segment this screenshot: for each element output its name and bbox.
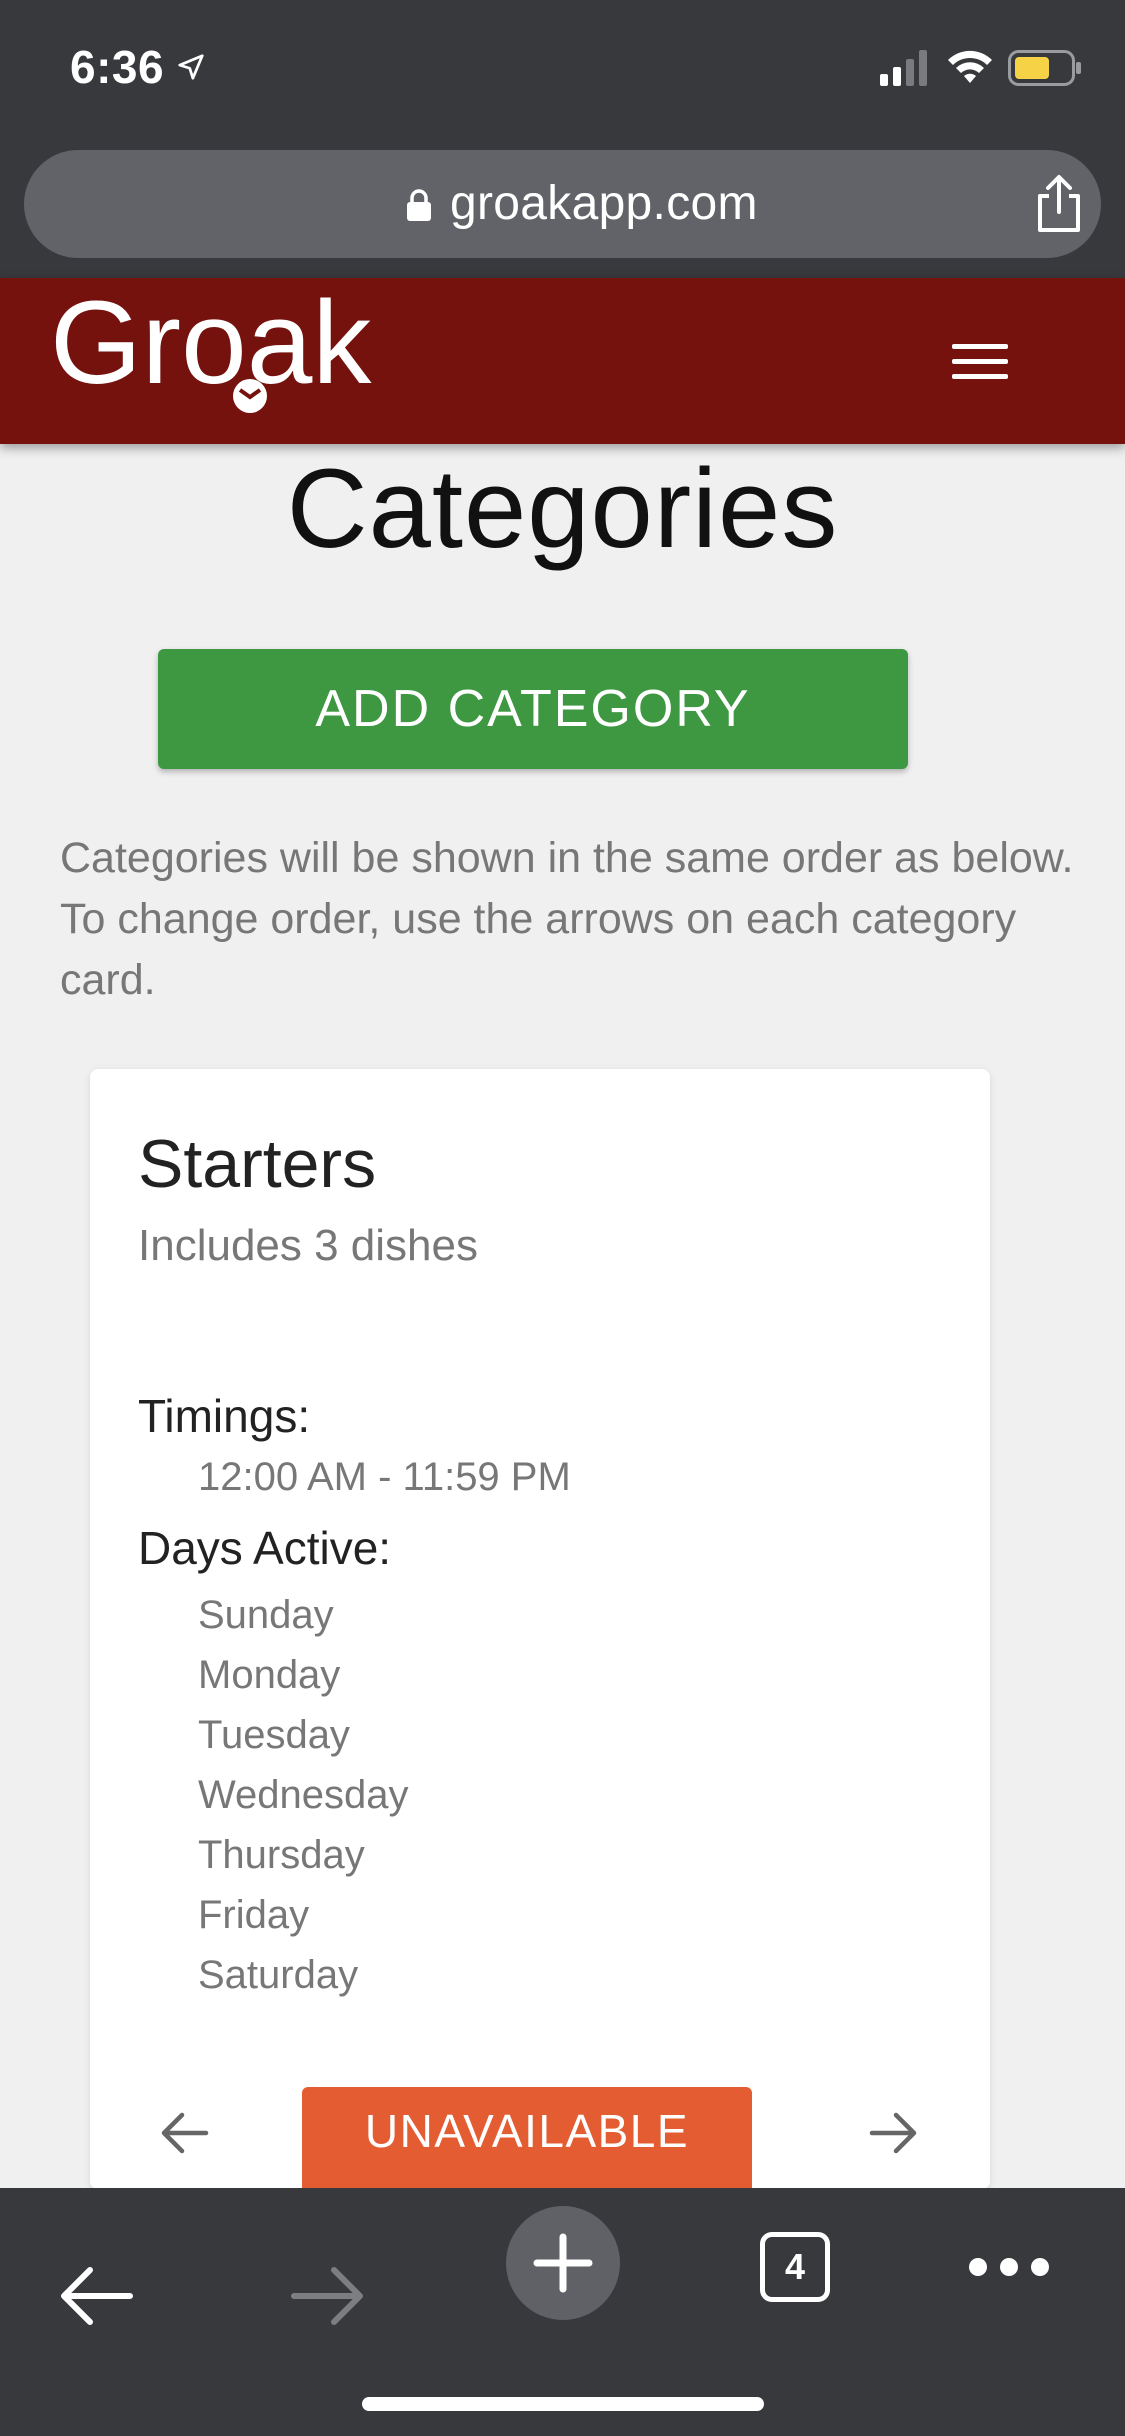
back-arrow-icon[interactable] (58, 2264, 134, 2328)
page-title: Categories (286, 446, 839, 571)
share-icon[interactable] (1032, 174, 1086, 234)
category-order-info: Categories will be shown in the same ord… (60, 834, 1074, 1004)
browser-top-bar: 6:36 groakapp.com (0, 0, 1125, 278)
battery-icon (1008, 50, 1081, 86)
site-header: Groak (0, 278, 1125, 444)
move-down-arrow-icon[interactable] (868, 2109, 920, 2157)
plus-icon (533, 2233, 593, 2293)
wifi-icon (948, 50, 992, 83)
tab-count-button[interactable]: 4 (760, 2232, 830, 2302)
url-domain: groakapp.com (450, 177, 758, 230)
days-active-label: Days Active: (138, 1522, 392, 1574)
category-card: Starters Includes 3 dishes Timings: 12:0… (90, 1069, 990, 2197)
timings-label: Timings: (138, 1390, 311, 1442)
status-time: 6:36 (70, 40, 206, 94)
groak-logo[interactable]: Groak (50, 278, 450, 438)
unavailable-button[interactable]: UNAVAILABLE (302, 2087, 752, 2197)
day-item: Saturday (198, 1953, 359, 1997)
logo-text: Groak (50, 278, 372, 409)
more-dots-icon[interactable] (966, 2252, 1052, 2282)
day-item: Wednesday (198, 1773, 409, 1817)
cellular-signal-icon (880, 50, 927, 86)
home-indicator[interactable] (362, 2397, 764, 2411)
timings-value: 12:00 AM - 11:59 PM (198, 1455, 571, 1499)
add-category-button[interactable]: ADD CATEGORY (158, 649, 908, 769)
category-name: Starters (138, 1126, 377, 1202)
new-tab-button[interactable] (506, 2206, 620, 2320)
days-active-list: Sunday Monday Tuesday Wednesday Thursday… (198, 1585, 409, 2005)
move-up-arrow-icon[interactable] (158, 2109, 210, 2157)
day-item: Friday (198, 1893, 310, 1937)
day-item: Sunday (198, 1593, 334, 1637)
forward-arrow-icon[interactable] (290, 2264, 366, 2328)
day-item: Monday (198, 1653, 341, 1697)
hamburger-menu-icon[interactable] (950, 340, 1010, 384)
day-item: Thursday (198, 1833, 365, 1877)
status-time-label: 6:36 (70, 41, 165, 93)
day-item: Tuesday (198, 1713, 350, 1757)
lock-icon (407, 189, 431, 221)
category-dish-count: Includes 3 dishes (138, 1221, 478, 1270)
url-bar[interactable]: groakapp.com (24, 150, 1101, 258)
location-arrow-icon (178, 54, 204, 80)
